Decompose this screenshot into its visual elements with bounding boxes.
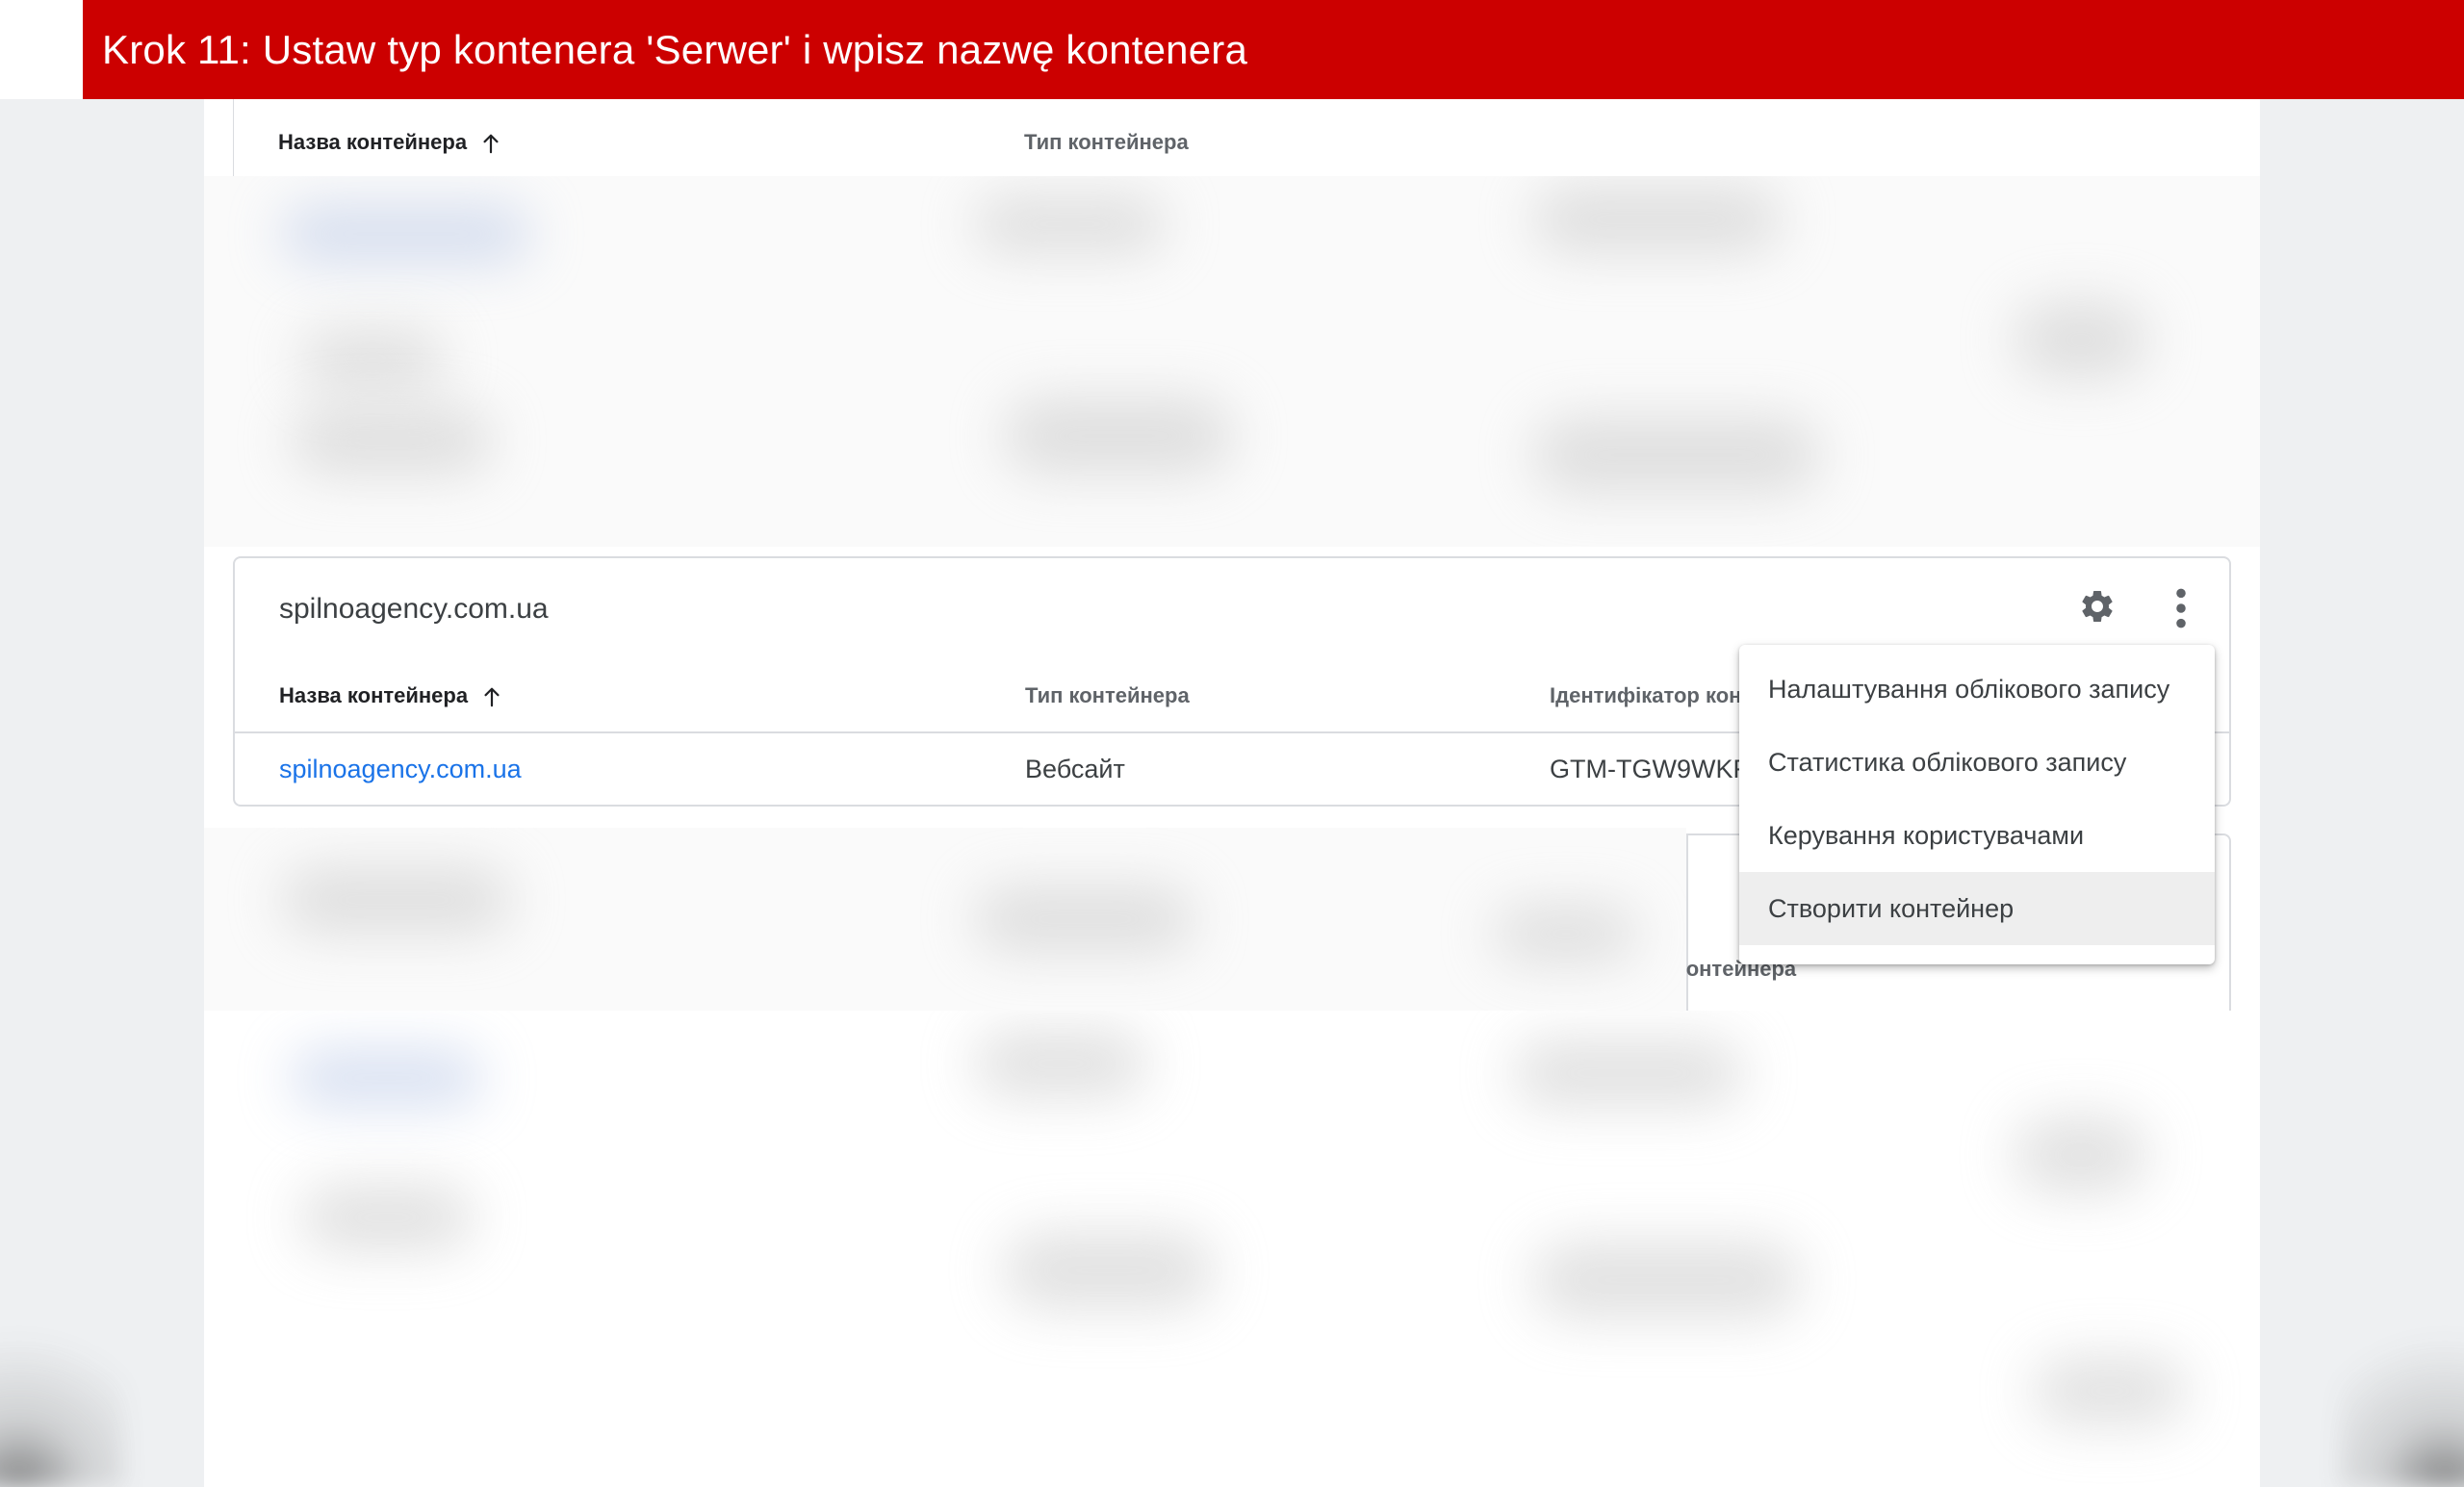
menu-item-account-statistics[interactable]: Статистика облікового запису — [1739, 726, 2215, 799]
col-header-type: Тип контейнера — [1024, 130, 1189, 154]
step-banner-title: Krok 11: Ustaw typ kontenera 'Serwer' i … — [102, 26, 1248, 72]
container-name-link[interactable]: spilnoagency.com.ua — [279, 755, 522, 784]
arrow-up-icon — [483, 134, 499, 154]
gear-icon[interactable] — [2078, 587, 2117, 626]
col-header-name[interactable]: Назва контейнера — [279, 683, 502, 708]
menu-item-account-settings[interactable]: Налаштування облікового запису — [1739, 653, 2215, 726]
vignette-left — [0, 1295, 125, 1487]
top-table-header: Назва контейнера Тип контейнера — [233, 99, 2232, 176]
blurred-region-bottom — [204, 1011, 2260, 1487]
step-banner: Krok 11: Ustaw typ kontenera 'Serwer' i … — [83, 0, 2464, 99]
more-vert-icon[interactable] — [2171, 587, 2191, 629]
banner-gap — [0, 0, 83, 99]
menu-item-create-container[interactable]: Створити контейнер — [1739, 872, 2215, 945]
container-id: GTM-TGW9WKF — [1550, 755, 1749, 783]
arrow-up-icon — [484, 687, 500, 707]
account-menu: Налаштування облікового запису Статистик… — [1739, 645, 2215, 964]
blurred-region-top — [204, 176, 2260, 547]
col-header-id: Ідентифікатор кон — [1550, 683, 1742, 707]
account-title: spilnoagency.com.ua — [279, 593, 549, 625]
vignette-right — [2339, 1295, 2464, 1487]
col-header-type: Тип контейнера — [1025, 683, 1190, 707]
container-type: Вебсайт — [1025, 755, 1125, 783]
menu-item-user-management[interactable]: Керування користувачами — [1739, 799, 2215, 872]
col-header-name[interactable]: Назва контейнера — [278, 130, 501, 155]
blurred-region-mid — [204, 828, 1686, 1011]
